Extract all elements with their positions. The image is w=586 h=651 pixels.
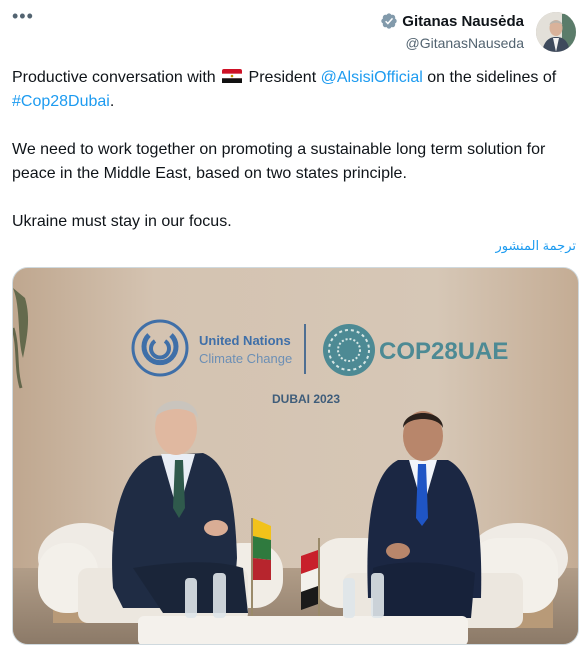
hashtag-link[interactable]: #Cop28Dubai <box>12 93 110 110</box>
translate-post-link[interactable]: ترجمة المنشور <box>495 238 576 254</box>
mention-link[interactable]: @AlsisiOfficial <box>321 69 423 86</box>
verified-badge-icon <box>381 13 397 29</box>
tweet-header: ••• Gitanas Nausėda @GitanasNauseda <box>0 0 586 60</box>
author-avatar[interactable] <box>536 12 576 52</box>
text-segment: Productive conversation with <box>12 69 221 86</box>
more-options-button[interactable]: ••• <box>12 6 34 27</box>
photo-scene: United Nations Climate Change COP28UAE D… <box>13 268 578 644</box>
author-info[interactable]: Gitanas Nausėda @GitanasNauseda <box>380 12 524 51</box>
text-segment: . <box>109 93 115 110</box>
dubai-label: DUBAI 2023 <box>272 392 340 406</box>
un-line1: United Nations <box>199 333 291 348</box>
cop-label: COP28UAE <box>379 338 508 365</box>
un-line2: Climate Change <box>199 351 292 366</box>
egypt-flag-icon <box>222 69 243 83</box>
tweet-photo[interactable]: United Nations Climate Change COP28UAE D… <box>12 267 579 645</box>
author-name[interactable]: Gitanas Nausėda <box>402 13 524 30</box>
text-segment: on the sidelines of <box>422 69 557 86</box>
text-segment: President <box>244 69 321 86</box>
avatar-image <box>536 12 576 52</box>
tweet-paragraph-3: Ukraine must stay in our focus. <box>12 213 232 230</box>
tweet-paragraph-1: Productive conversation with President @… <box>12 66 577 114</box>
author-handle[interactable]: @GitanasNauseda <box>380 35 524 51</box>
tweet-paragraph-2: We need to work together on promoting a … <box>12 141 546 182</box>
tweet-text: Productive conversation with President @… <box>12 66 577 234</box>
author-name-line: Gitanas Nausėda <box>380 12 524 30</box>
